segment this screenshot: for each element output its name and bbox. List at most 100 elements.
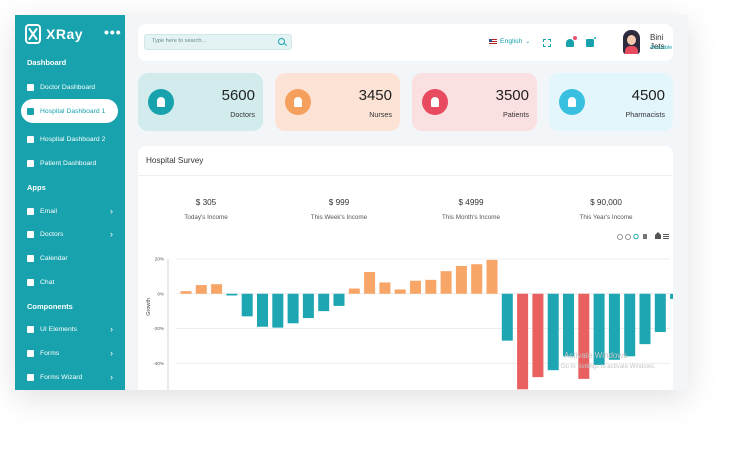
- stat-label: Pharmacists: [625, 110, 665, 119]
- sidebar-item-forms-wizard[interactable]: Forms Wizard ›: [27, 370, 117, 384]
- magnifier-icon[interactable]: [633, 233, 639, 240]
- message-badge: [593, 36, 597, 40]
- section-apps: Apps: [27, 183, 46, 192]
- stat-card-pharmacists: 4500 Pharmacists: [549, 73, 673, 131]
- menu-icon[interactable]: [663, 234, 669, 235]
- sidebar-item-label: Hospital Dashboard 1: [40, 107, 106, 115]
- menu-dots-icon[interactable]: •••: [104, 24, 122, 40]
- sidebar-item-label: Forms Wizard: [40, 373, 83, 381]
- sidebar-item-calendar[interactable]: Calendar: [27, 251, 117, 265]
- chart-bar[interactable]: [440, 271, 452, 294]
- doctor-icon: [148, 89, 174, 115]
- y-tick-label: -20%: [153, 326, 164, 331]
- monitor-icon: [27, 159, 34, 167]
- language-selector[interactable]: English ⌄: [489, 38, 530, 45]
- chevron-down-icon: ⌄: [525, 39, 531, 45]
- chart-bar[interactable]: [241, 293, 253, 317]
- income-label: Today's Income: [184, 214, 228, 221]
- stat-card-doctors: 5600 Doctors: [138, 73, 263, 131]
- avatar[interactable]: [623, 30, 640, 54]
- mail-icon[interactable]: [586, 36, 597, 47]
- form-icon: [27, 349, 34, 357]
- sidebar-item-hospital-dashboard-2[interactable]: Hospital Dashboard 2: [27, 132, 117, 146]
- stat-value: 5600: [221, 87, 255, 104]
- zoom-out-icon[interactable]: [625, 234, 631, 240]
- chart-bar[interactable]: [302, 293, 314, 319]
- xray-logo-icon: [25, 24, 41, 44]
- sidebar-item-label: Forms: [40, 349, 60, 357]
- sidebar-item-ui-elements[interactable]: UI Elements ›: [27, 322, 117, 336]
- chart-bar[interactable]: [532, 293, 544, 378]
- language-label: English: [500, 38, 523, 45]
- chart-bar[interactable]: [639, 293, 651, 345]
- chevron-right-icon: ›: [110, 348, 113, 358]
- hospital-icon: [27, 107, 34, 115]
- income-today: $ 305 Today's Income: [146, 198, 266, 221]
- panel-title: Hospital Survey: [146, 156, 204, 165]
- section-components: Components: [27, 302, 73, 311]
- menu-icon-line: [663, 238, 669, 239]
- chart-bar[interactable]: [195, 285, 207, 294]
- income-label: This Month's Income: [442, 214, 500, 221]
- fullscreen-icon[interactable]: [543, 39, 551, 47]
- income-year: $ 90,000 This Year's Income: [546, 198, 666, 221]
- sidebar-item-patient-dashboard[interactable]: Patient Dashboard: [27, 156, 117, 170]
- sidebar-item-forms[interactable]: Forms ›: [27, 346, 117, 360]
- chart-bar[interactable]: [257, 293, 268, 327]
- chart-bar[interactable]: [348, 288, 360, 294]
- hospital-icon: [27, 135, 34, 143]
- chart-bar[interactable]: [318, 293, 330, 312]
- y-axis-label: Growth: [146, 298, 152, 316]
- chart-bar[interactable]: [608, 293, 620, 360]
- chevron-right-icon: ›: [110, 324, 113, 334]
- chart-bar[interactable]: [654, 293, 666, 332]
- pan-hand-icon[interactable]: [643, 234, 647, 239]
- chart-bar[interactable]: [486, 259, 498, 294]
- chart-bar[interactable]: [180, 291, 192, 294]
- sidebar-item-hospital-dashboard-1[interactable]: Hospital Dashboard 1: [21, 99, 118, 123]
- home-icon[interactable]: [655, 232, 661, 239]
- chart-bar[interactable]: [517, 293, 529, 390]
- chart-bar[interactable]: [455, 265, 467, 294]
- chart-bar[interactable]: [425, 279, 437, 294]
- brand[interactable]: XRay: [25, 22, 83, 46]
- sidebar-item-email[interactable]: Email ›: [27, 204, 117, 218]
- chart-bar[interactable]: [501, 293, 513, 341]
- chart-bar[interactable]: [547, 293, 559, 371]
- menu-icon-line: [663, 236, 669, 237]
- us-flag-icon: [489, 39, 497, 44]
- chart-bar[interactable]: [410, 280, 421, 294]
- chart-bar[interactable]: [624, 293, 636, 357]
- zoom-in-icon[interactable]: [617, 234, 623, 240]
- sidebar-item-label: Doctors: [40, 230, 64, 238]
- chart-bar[interactable]: [471, 264, 483, 294]
- y-tick-label: 20%: [155, 257, 164, 262]
- chart-bar[interactable]: [211, 284, 223, 294]
- search-placeholder: Type here to search...: [152, 38, 207, 44]
- patients-icon: [422, 89, 448, 115]
- search-input[interactable]: Type here to search...: [144, 34, 292, 50]
- clipboard-icon: [27, 83, 34, 91]
- chart-bar[interactable]: [287, 293, 299, 324]
- stat-label: Nurses: [369, 110, 392, 119]
- stat-card-patients: 3500 Patients: [412, 73, 537, 131]
- sidebar: XRay ••• Dashboard Doctor Dashboard Hosp…: [15, 15, 125, 390]
- chart-bar[interactable]: [226, 293, 238, 296]
- sidebar-item-label: Hospital Dashboard 2: [40, 135, 106, 143]
- search-icon[interactable]: [278, 38, 285, 45]
- sidebar-item-label: Email: [40, 207, 57, 215]
- chart-bar[interactable]: [272, 293, 284, 328]
- chart-bar[interactable]: [394, 289, 406, 294]
- section-dashboard: Dashboard: [27, 58, 67, 67]
- chart-bar[interactable]: [364, 272, 376, 294]
- chart-bar[interactable]: [333, 293, 345, 306]
- bell-icon[interactable]: [566, 36, 577, 47]
- sidebar-item-chat[interactable]: Chat: [27, 275, 117, 289]
- chart-bar[interactable]: [563, 293, 574, 357]
- income-month: $ 4999 This Month's Income: [411, 198, 531, 221]
- chart-bar[interactable]: [670, 293, 673, 299]
- grid-icon: [27, 325, 34, 333]
- chart-bar[interactable]: [379, 282, 391, 294]
- sidebar-item-doctors[interactable]: Doctors ›: [27, 227, 117, 241]
- sidebar-item-doctor-dashboard[interactable]: Doctor Dashboard: [27, 80, 117, 94]
